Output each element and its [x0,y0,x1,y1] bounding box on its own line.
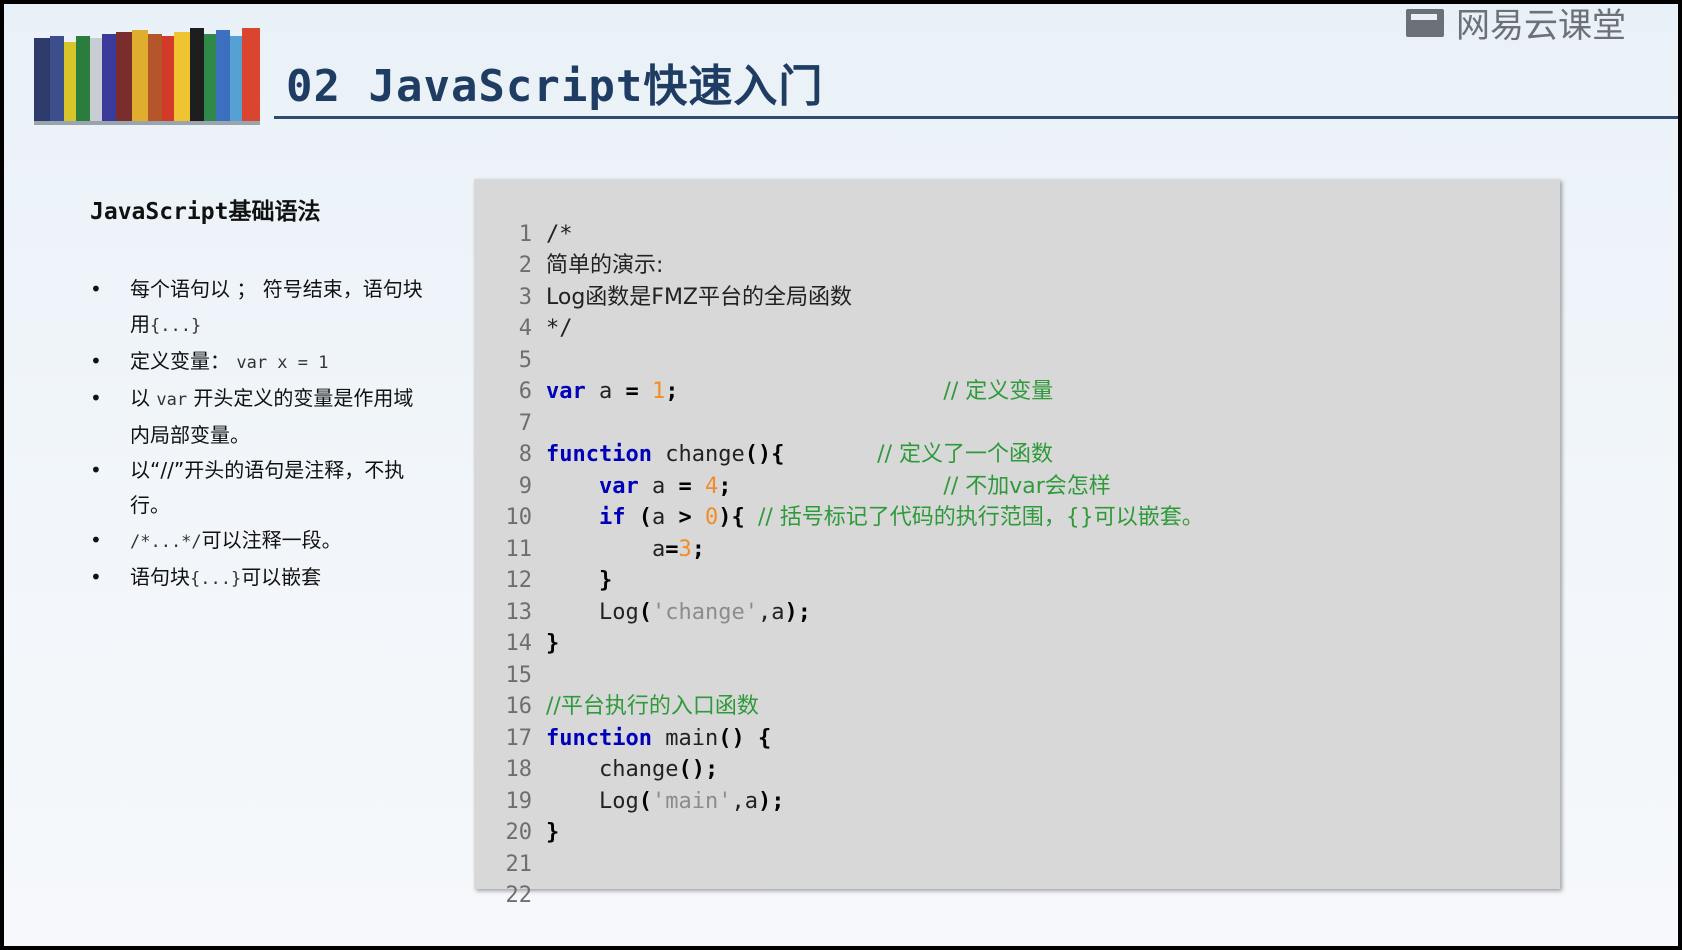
code-line: 17 function main() { [505,725,772,751]
slide: 网易云课堂 02 JavaScript快速入门 JavaScript基础语法 •… [4,4,1678,946]
code-line: 7 [518,410,532,436]
code-line: 1/* [518,221,573,247]
code-line: 15 [505,662,533,688]
list-item: •/*...*/可以注释一段。 [90,528,342,552]
code-line: 12 } [505,568,613,593]
list-item: • 以 var 开头定义的变量是作用域内局部变量。 [90,386,414,447]
title-underline [274,116,1678,119]
book-screen-icon [1406,5,1446,39]
code-line: 21 [505,851,533,877]
code-line: 11 a=3; [505,536,705,562]
sidebar-heading: JavaScript基础语法 [90,199,321,225]
watermark: 网易云课堂 [1406,4,1626,46]
code-line: 6 var a = 1; // 定义变量 [518,379,1054,404]
code-panel: 1/* 2 简单的演示: 3 Log函数是FMZ平台的全局函数 4 */ 5 6 var a = … [474,179,1560,908]
code-line: 5 [518,347,532,373]
code-line: 8 function change(){ // 定义了一个函数 [518,442,1053,467]
list-item: • 以“//”开头的语句是注释，不执行。 [90,458,405,517]
code-line: 2 简单的演示: [518,253,664,278]
code-line: 10 if (a > 0){ // 括号标记了代码的执行范围，{}可以嵌套。 [505,505,1204,530]
code-line: 13 Log('change',a); [505,599,811,625]
shelf-divider [34,121,260,125]
books-logo-icon [34,26,260,122]
bullet-list: • 每个语句以 ； 符号结束，语句块用{...} • 定义变量： var x = 1… [90,272,430,597]
list-item: • 每个语句以 ； 符号结束，语句块用{...} [90,277,423,336]
code-line: 9 var a = 4; // 不加var会怎样 [518,473,1111,499]
list-item: • 定义变量： var x = 1 [90,349,329,373]
code-line: 16//平台执行的入口函数 [505,694,759,719]
code-line: 4 */ [518,316,573,341]
code-line: 19 Log('main',a); [505,788,785,814]
list-item: • 语句块{...}可以嵌套 [90,565,322,589]
code-line: 18 change(); [505,757,719,782]
code-line: 14} [505,631,560,656]
code-line: 20} [505,820,560,845]
code-block: 1/* 2 简单的演示: 3 Log函数是FMZ平台的全局函数 4 */ 5 6 var a = … [474,187,1204,946]
code-line: 22 [505,883,533,908]
watermark-text: 网易云课堂 [1456,5,1626,46]
code-line: 3 Log函数是FMZ平台的全局函数 [518,284,853,310]
slide-title: 02 JavaScript快速入门 [286,61,824,112]
